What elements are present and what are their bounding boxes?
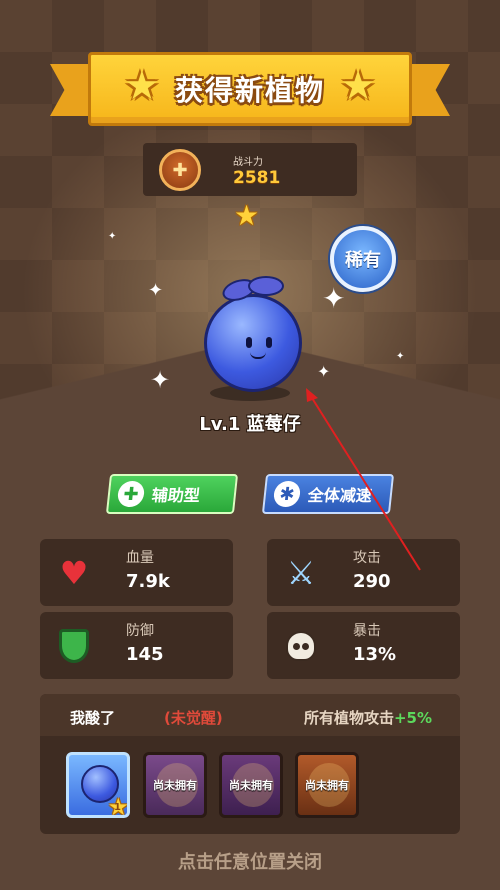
sparkle-icon: ✦ [322,282,346,315]
card-locked-label: 尚未拥有 [229,779,273,792]
stat-label: 血量 [126,550,154,566]
plant-card-owned[interactable]: ★ 1 [66,752,130,818]
skill-bonus: +5% [393,709,432,727]
skill-name: 我酸了 [70,709,116,727]
blueberry-plant [204,294,302,392]
star-rank-icon: ★ [234,199,260,232]
tag-support: ✚ 辅助型 [105,474,239,514]
sparkle-icon: ✦ [150,366,171,394]
tag-support-label: 辅助型 [150,486,201,505]
card-locked-label: 尚未拥有 [305,779,349,792]
stat-defense: 防御 145 [40,612,233,679]
sparkle-icon: ✦ [108,231,117,242]
sparkle-icon: ✦ [317,362,331,381]
close-hint[interactable]: 点击任意位置关闭 [0,848,500,874]
stat-crit: 暴击 13% [267,612,460,679]
card-star-count: 1 [114,802,121,813]
combat-power-value: 2581 [233,168,281,188]
sparkle-icon: ✦ [396,351,405,362]
skill-description: 所有植物攻击+5% [304,707,432,728]
leaf-icon [248,276,284,296]
stat-label: 攻击 [353,550,381,566]
combat-power-box: ✚ 战斗力 2581 [143,143,357,196]
snowflake-icon: ✱ [272,481,302,507]
card-locked-label: 尚未拥有 [153,779,197,792]
star-icon: ★ [124,63,160,109]
stat-attack: ⚔ 攻击 290 [267,539,460,606]
plant-name: Lv.1 蓝莓仔 [199,414,301,435]
combat-power-label: 战斗力 [233,157,263,168]
star-icon: ★ [340,63,376,109]
skull-icon [281,626,321,666]
plant-eye [246,337,252,348]
tag-slow-label: 全体减速 [306,486,373,505]
stat-label: 防御 [126,623,154,639]
plant-card-locked[interactable]: 尚未拥有 [143,752,207,818]
plus-icon: ✚ [116,481,146,507]
sword-icon: ⚔ [286,554,316,592]
power-emblem-icon: ✚ [159,149,201,191]
plant-card-locked[interactable]: 尚未拥有 [295,752,359,818]
plant-eye [266,337,272,348]
title-banner: 获得新植物 ★ ★ [50,52,450,126]
stat-value: 290 [353,571,391,592]
stat-value: 145 [126,644,164,665]
stat-value: 7.9k [126,571,170,592]
stat-value: 13% [353,644,397,665]
sparkle-icon: ✦ [148,280,164,301]
skill-desc-text: 所有植物攻击 [303,709,394,727]
stat-label: 暴击 [353,623,381,639]
shield-icon [54,626,94,666]
plant-card-locked[interactable]: 尚未拥有 [219,752,283,818]
tag-slow-all: ✱ 全体减速 [261,474,395,514]
skill-status: (未觉醒) [164,709,223,727]
heart-icon: ♥ [59,554,89,592]
stat-hp: ♥ 血量 7.9k [40,539,233,606]
skill-header: 我酸了 (未觉醒) 所有植物攻击+5% [40,694,460,736]
